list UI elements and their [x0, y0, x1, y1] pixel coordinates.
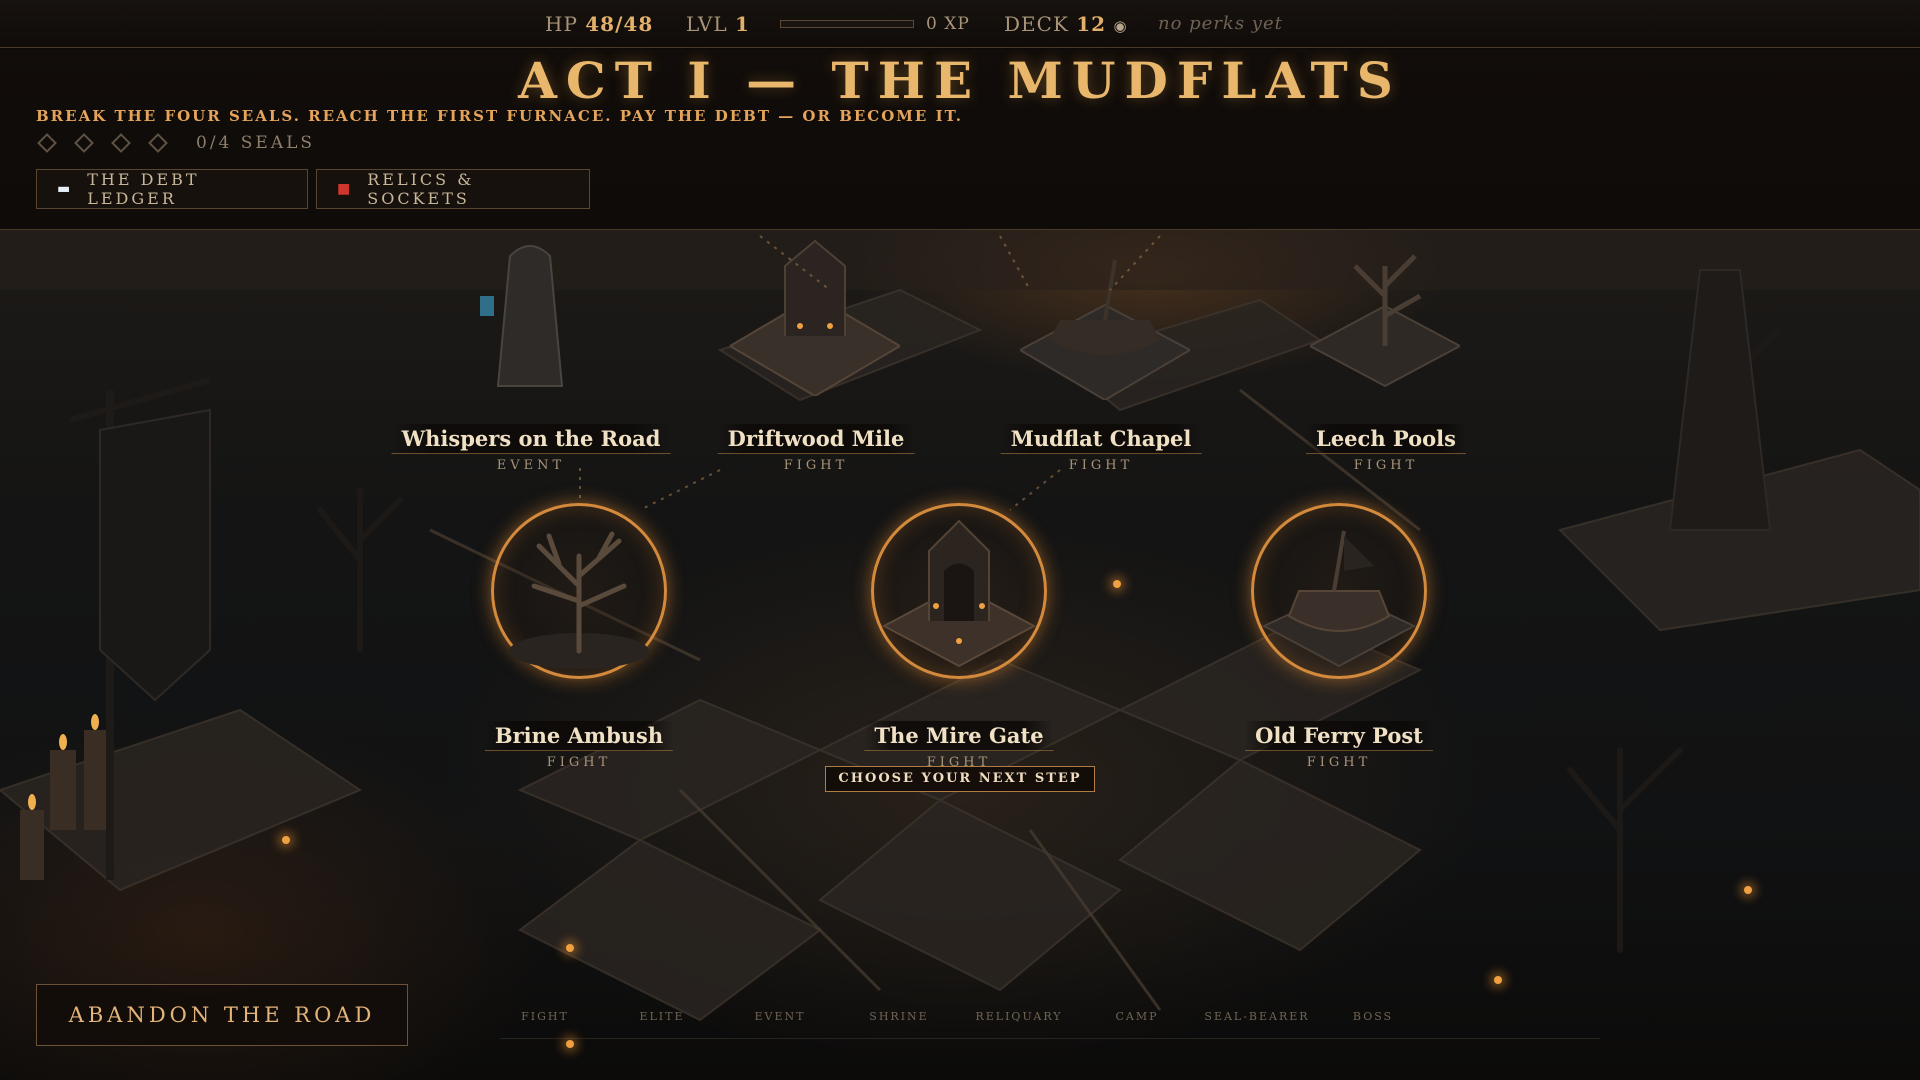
wrecked-ship-icon	[1261, 530, 1417, 668]
node-label-brine-ambush: Brine Ambush FIGHT	[484, 721, 674, 770]
node-label-mire-gate: The Mire Gate FIGHT	[864, 721, 1054, 770]
node-label-ferry-post: Old Ferry Post FIGHT	[1245, 721, 1433, 770]
legend-camp: CAMP	[1115, 1010, 1159, 1023]
node-brine-ambush[interactable]	[491, 503, 667, 679]
ruined-gate-icon	[881, 519, 1037, 668]
legend-reliquary: RELIQUARY	[975, 1010, 1063, 1023]
legend-divider	[500, 1038, 1600, 1039]
node-type: FIGHT	[546, 755, 612, 770]
node-type: FIGHT	[1306, 755, 1372, 770]
dead-tree-icon	[509, 531, 649, 669]
choose-next-step-prompt: CHOOSE YOUR NEXT STEP	[825, 766, 1095, 792]
node-name: Brine Ambush	[484, 721, 674, 751]
abandon-the-road-button[interactable]: ABANDON THE ROAD	[36, 984, 408, 1046]
legend-seal-bearer: SEAL-BEARER	[1204, 1010, 1310, 1023]
legend-boss: BOSS	[1352, 1010, 1394, 1023]
node-the-mire-gate[interactable]	[871, 503, 1047, 679]
legend-fight: FIGHT	[521, 1010, 569, 1023]
legend-event: EVENT	[754, 1010, 806, 1023]
node-name: Old Ferry Post	[1245, 721, 1433, 751]
node-name: The Mire Gate	[864, 721, 1054, 751]
node-old-ferry-post[interactable]	[1251, 503, 1427, 679]
legend-shrine: SHRINE	[869, 1010, 929, 1023]
legend-elite: ELITE	[639, 1010, 685, 1023]
